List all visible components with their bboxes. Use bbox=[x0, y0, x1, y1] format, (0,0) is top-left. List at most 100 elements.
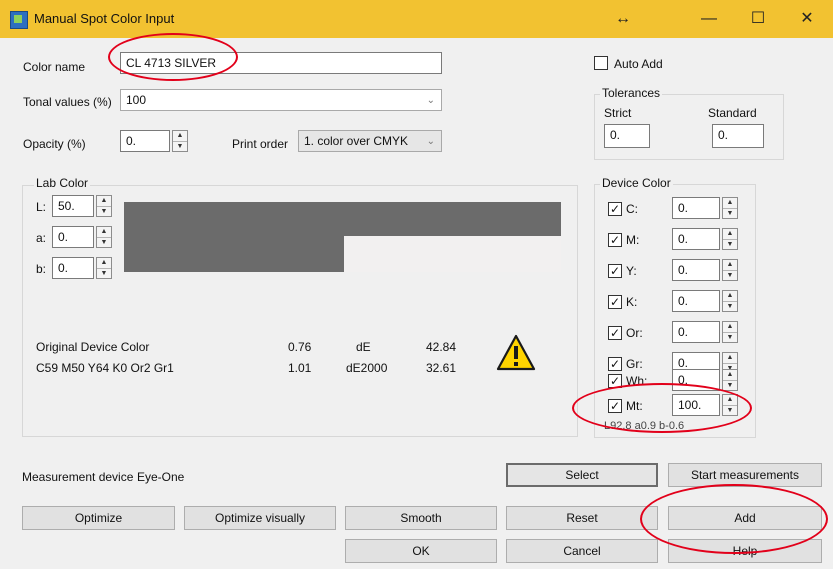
device-y-input[interactable]: 0. bbox=[672, 259, 720, 281]
device-gr-checkbox[interactable]: ✓ bbox=[608, 357, 622, 371]
device-m-label: M: bbox=[626, 233, 640, 247]
device-wh-spinner[interactable]: ▲ ▼ bbox=[722, 369, 738, 391]
spin-up-icon[interactable]: ▲ bbox=[97, 258, 111, 269]
lab-a-input[interactable]: 0. bbox=[52, 226, 94, 248]
device-c-spinner[interactable]: ▲ ▼ bbox=[722, 197, 738, 219]
spin-up-icon[interactable]: ▲ bbox=[723, 291, 737, 302]
device-m-input[interactable]: 0. bbox=[672, 228, 720, 250]
lab-b-label: b: bbox=[36, 262, 47, 276]
device-wh-label: Wh: bbox=[626, 374, 648, 388]
standard-input[interactable]: 0. bbox=[712, 124, 764, 148]
device-color-swatch bbox=[344, 236, 561, 272]
spin-down-icon[interactable]: ▼ bbox=[97, 238, 111, 248]
device-gr-label: Gr: bbox=[626, 357, 643, 371]
tonal-values-value: 100 bbox=[126, 93, 147, 107]
spin-up-icon[interactable]: ▲ bbox=[723, 260, 737, 271]
color-name-label: Color name bbox=[23, 60, 86, 74]
lab-b-input[interactable]: 0. bbox=[52, 257, 94, 279]
spin-up-icon[interactable]: ▲ bbox=[723, 198, 737, 209]
original-value-1: 0.76 bbox=[288, 340, 312, 354]
spin-down-icon[interactable]: ▼ bbox=[723, 381, 737, 391]
warning-icon bbox=[496, 334, 536, 371]
tonal-values-dropdown[interactable]: 100 ⌄ bbox=[120, 89, 442, 111]
device-y-spinner[interactable]: ▲ ▼ bbox=[722, 259, 738, 281]
strict-input[interactable]: 0. bbox=[604, 124, 650, 148]
device-mt-input[interactable]: 100. bbox=[672, 394, 720, 416]
resize-arrows-icon[interactable]: ↔ bbox=[605, 6, 641, 32]
opacity-input[interactable]: 0. bbox=[120, 130, 170, 152]
minimize-button[interactable]: — bbox=[691, 6, 727, 32]
reset-button[interactable]: Reset bbox=[506, 506, 658, 530]
print-order-dropdown[interactable]: 1. color over CMYK ⌄ bbox=[298, 130, 442, 152]
strict-label: Strict bbox=[604, 106, 632, 120]
device-or-input[interactable]: 0. bbox=[672, 321, 720, 343]
maximize-button[interactable]: ☐ bbox=[740, 6, 776, 32]
device-mt-checkbox[interactable]: ✓ bbox=[608, 399, 622, 413]
spin-up-icon[interactable]: ▲ bbox=[97, 196, 111, 207]
lab-b-spinner[interactable]: ▲ ▼ bbox=[96, 257, 112, 279]
device-mt-spinner[interactable]: ▲ ▼ bbox=[722, 394, 738, 416]
smooth-button[interactable]: Smooth bbox=[345, 506, 497, 530]
auto-add-checkbox[interactable] bbox=[594, 56, 608, 70]
title-bar[interactable]: Manual Spot Color Input ↔ — ☐ ✕ bbox=[0, 0, 833, 38]
ok-button[interactable]: OK bbox=[345, 539, 497, 563]
lab-l-spinner[interactable]: ▲ ▼ bbox=[96, 195, 112, 217]
spin-down-icon[interactable]: ▼ bbox=[97, 207, 111, 217]
app-icon bbox=[10, 11, 28, 29]
device-wh-checkbox[interactable]: ✓ bbox=[608, 374, 622, 388]
original-device-color-spec: C59 M50 Y64 K0 Or2 Gr1 bbox=[36, 361, 174, 375]
device-k-checkbox[interactable]: ✓ bbox=[608, 295, 622, 309]
device-y-label: Y: bbox=[626, 264, 637, 278]
opacity-spinner[interactable]: ▲ ▼ bbox=[172, 130, 188, 152]
spin-down-icon[interactable]: ▼ bbox=[173, 142, 187, 152]
device-k-input[interactable]: 0. bbox=[672, 290, 720, 312]
print-order-label: Print order bbox=[232, 137, 289, 151]
spin-down-icon[interactable]: ▼ bbox=[723, 240, 737, 250]
spin-up-icon[interactable]: ▲ bbox=[723, 353, 737, 364]
spin-down-icon[interactable]: ▼ bbox=[723, 333, 737, 343]
spin-up-icon[interactable]: ▲ bbox=[723, 370, 737, 381]
spin-up-icon[interactable]: ▲ bbox=[723, 395, 737, 406]
add-button[interactable]: Add bbox=[668, 506, 822, 530]
start-measurements-button[interactable]: Start measurements bbox=[668, 463, 822, 487]
close-button[interactable]: ✕ bbox=[789, 6, 825, 32]
device-k-spinner[interactable]: ▲ ▼ bbox=[722, 290, 738, 312]
chevron-down-icon: ⌄ bbox=[426, 136, 435, 147]
select-button[interactable]: Select bbox=[506, 463, 658, 487]
spin-down-icon[interactable]: ▼ bbox=[723, 271, 737, 281]
device-m-spinner[interactable]: ▲ ▼ bbox=[722, 228, 738, 250]
cancel-button[interactable]: Cancel bbox=[506, 539, 658, 563]
spin-up-icon[interactable]: ▲ bbox=[723, 322, 737, 333]
device-lab-readout: L92.8 a0.9 b-0.6 bbox=[604, 420, 685, 432]
device-or-label: Or: bbox=[626, 326, 643, 340]
spin-down-icon[interactable]: ▼ bbox=[97, 269, 111, 279]
spin-up-icon[interactable]: ▲ bbox=[173, 131, 187, 142]
device-c-checkbox[interactable]: ✓ bbox=[608, 202, 622, 216]
auto-add-label: Auto Add bbox=[614, 57, 663, 71]
spin-down-icon[interactable]: ▼ bbox=[723, 406, 737, 416]
help-button[interactable]: Help bbox=[668, 539, 822, 563]
device-c-input[interactable]: 0. bbox=[672, 197, 720, 219]
device-y-checkbox[interactable]: ✓ bbox=[608, 264, 622, 278]
spin-down-icon[interactable]: ▼ bbox=[723, 209, 737, 219]
print-order-value: 1. color over CMYK bbox=[304, 134, 409, 148]
lab-l-input[interactable]: 50. bbox=[52, 195, 94, 217]
lab-a-spinner[interactable]: ▲ ▼ bbox=[96, 226, 112, 248]
device-or-spinner[interactable]: ▲ ▼ bbox=[722, 321, 738, 343]
lab-a-label: a: bbox=[36, 231, 47, 245]
original-device-color-label: Original Device Color bbox=[36, 340, 150, 354]
optimize-button[interactable]: Optimize bbox=[22, 506, 175, 530]
chevron-down-icon: ⌄ bbox=[426, 95, 435, 106]
spin-up-icon[interactable]: ▲ bbox=[97, 227, 111, 238]
device-k-label: K: bbox=[626, 295, 638, 309]
device-m-checkbox[interactable]: ✓ bbox=[608, 233, 622, 247]
device-or-checkbox[interactable]: ✓ bbox=[608, 326, 622, 340]
spin-up-icon[interactable]: ▲ bbox=[723, 229, 737, 240]
device-wh-input[interactable]: 0. bbox=[672, 369, 720, 391]
device-mt-label: Mt: bbox=[626, 399, 643, 413]
color-name-input[interactable]: CL 4713 SILVER bbox=[120, 52, 442, 74]
spin-down-icon[interactable]: ▼ bbox=[723, 302, 737, 312]
optimize-visually-button[interactable]: Optimize visually bbox=[184, 506, 336, 530]
measurement-device-value: Eye-One bbox=[137, 470, 185, 484]
de2000-value: 32.61 bbox=[426, 361, 457, 375]
